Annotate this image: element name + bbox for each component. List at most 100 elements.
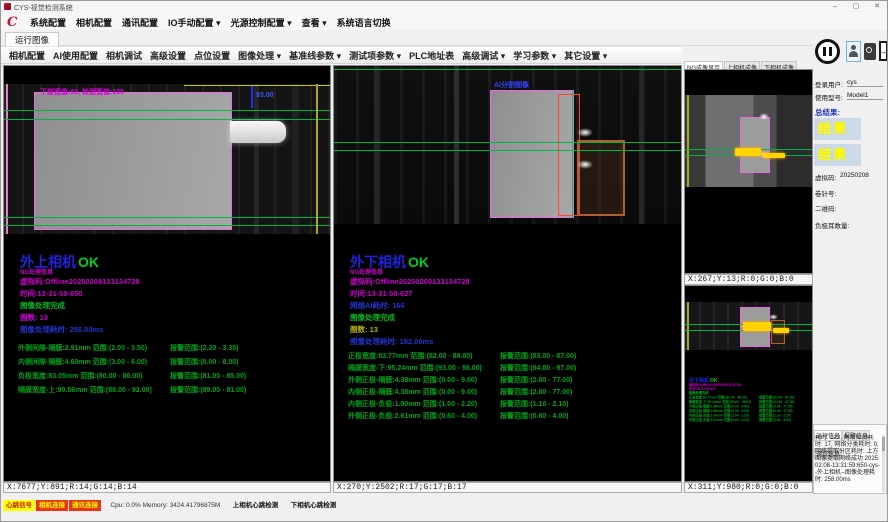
battery-tab-image <box>230 121 286 143</box>
toolbar-advanced-debug[interactable]: 高级调试 ▾ <box>462 48 505 64</box>
log-text: 耗时: 222, 网络检测耗时: 17, 网络分类耗时: 0, 网络提取分区耗时… <box>815 435 881 492</box>
toolbar-test-item-params[interactable]: 测试项参数 ▾ <box>349 48 401 64</box>
total-result-label: 总结果: <box>815 107 840 118</box>
toolbar-baseline-params[interactable]: 基准线参数 ▾ <box>289 48 341 64</box>
toolbar-learning-params[interactable]: 学习参数 ▾ <box>513 48 556 64</box>
tab-count-label: 负极耳数量: <box>815 220 849 230</box>
alarm-range: 报警范围:(2.00 - 77.00) <box>500 375 572 385</box>
tab-run-image[interactable]: 运行图像 <box>5 32 59 47</box>
needle-label: 卷针号: <box>815 188 836 198</box>
measure-text: 内侧正极-隔膜:4.38mm 范围:(0.00 - 9.00) <box>348 389 477 396</box>
measure-text: 外侧正极-负极:2.61mm 范围:(0.60 - 4.00) <box>348 413 477 420</box>
image-glint <box>769 314 778 320</box>
pause-button[interactable] <box>815 39 840 64</box>
overlay-baseline <box>334 142 681 143</box>
lower-camera-heartbeat: 下相机心跳检测 <box>291 499 337 512</box>
close-button[interactable]: ✕ <box>867 1 887 13</box>
upper-camera-coords: X:7677;Y:891;R:14;G:14;B:14 <box>3 482 331 493</box>
measure-row: 外侧正极-负极:2.61mm 范围:(0.60 - 4.00) 报警范围:(0.6… <box>689 418 813 423</box>
profile-button[interactable] <box>864 43 876 60</box>
alarm-range: 报警范围:(94.00 - 97.00) <box>500 363 576 373</box>
image-glint <box>577 128 593 137</box>
lower-camera-coords: X:270;Y:2502;R:17;G:17;B:17 <box>333 482 682 493</box>
overlay-baseline <box>4 110 330 111</box>
ng-info-line: NG处理信息 <box>20 267 53 276</box>
measure-row: 正极宽度:83.77mm 范围:(82.00 - 88.00)报警范围:(83.… <box>348 351 663 361</box>
comm-link-badge: 通讯连接 <box>69 500 101 511</box>
window-title: CYS-视觉检测系统 <box>14 3 73 13</box>
log-panel: 运行信息报警信息调试信息 耗时: 222, 网络检测耗时: 17, 网络分类耗时… <box>813 424 887 494</box>
maximize-button[interactable]: ▢ <box>846 1 866 13</box>
measure-text: 隔膜宽度-上:90.56mm 范围:(88.00 - 92.00) <box>18 387 152 394</box>
toolbar-plc-address-table[interactable]: PLC地址表 <box>409 48 454 64</box>
result-box-upper: 结果 <box>814 118 861 140</box>
measure-text: 外侧正极-负极:2.61mm 范围:(0.60 - 4.00) <box>689 419 749 423</box>
process-done-line: 图像处理完成 <box>350 312 395 323</box>
overlay-baseline <box>4 225 330 226</box>
toolbar-camera-debug[interactable]: 相机调试 <box>106 48 142 64</box>
measure-row: 隔膜宽度-上:90.56mm 范围:(88.00 - 92.00) 报警范围:(8… <box>18 385 331 395</box>
measure-text: 外侧正极-隔膜:4.38mm 范围:(0.00 - 9.00) <box>689 405 749 409</box>
doc-tabstrip: 运行图像 <box>1 30 813 46</box>
overlay-width-label: 下部宽值:93, 检测宽值:100 <box>40 87 124 97</box>
thumbnail-lower-coords: X:311;Y:980;R:0;G:0;B:0 <box>684 482 813 493</box>
thumbnail-upper-coords: X:267;Y:13;R:0;G:0;B:0 <box>684 274 813 285</box>
overlay-yellow-vline <box>687 95 689 187</box>
scrollbar-thumb[interactable] <box>882 437 885 451</box>
alarm-range: 报警范围:(0.60 - 4.00) <box>759 418 791 423</box>
toolbar-other-settings[interactable]: 其它设置 ▾ <box>564 48 607 64</box>
qrcode-label: 二维码: <box>815 203 836 213</box>
menu-bar: C 系统配置相机配置通讯配置IO手动配置 ▾光源控制配置 ▾查看 ▾系统语言切换 <box>1 13 887 30</box>
alarm-range: 报警范围:(89.00 - 91.00) <box>170 385 246 395</box>
barcode-label: 虚拟码: <box>815 172 836 182</box>
image-glint <box>577 160 593 169</box>
overlay-orange-region <box>577 140 625 216</box>
measure-text: 外侧正极-隔膜:4.38mm 范围:(0.00 - 9.00) <box>348 377 477 384</box>
upper-camera-image[interactable]: 93.00 下部宽值:93, 检测宽值:100 <box>4 84 330 234</box>
measure-row: 内侧正极-负极:1.90mm 范围:(1.00 - 2.20)报警范围:(1.1… <box>348 399 663 409</box>
toolbar-image-processing[interactable]: 图像处理 ▾ <box>238 48 281 64</box>
login-user-value[interactable]: cys <box>847 79 883 87</box>
camera-result-title: 外下相机OK <box>689 376 813 384</box>
overlay-measure-line <box>251 86 253 108</box>
image-glint <box>759 113 769 120</box>
app-icon <box>4 3 11 10</box>
alarm-range: 报警范围:(2.20 - 3.30) <box>170 343 238 353</box>
heartbeat-badge: 心跳信号 <box>3 500 35 511</box>
image-texture <box>374 66 379 224</box>
thumbnail-lower[interactable]: 外下相机OK 虚拟码:Offline20250208133134728 时间:1… <box>684 285 813 482</box>
image-texture <box>254 84 259 234</box>
barcode-value: 20250208 <box>840 172 869 179</box>
image-texture <box>639 66 644 224</box>
toolbar-point-settings[interactable]: 点位设置 <box>194 48 230 64</box>
lower-camera-image[interactable]: AI分割图像 <box>334 66 681 224</box>
model-value[interactable]: Model1 <box>847 92 883 100</box>
log-scrollbar[interactable] <box>882 435 885 492</box>
toolbar-advanced-settings[interactable]: 高级设置 <box>150 48 186 64</box>
toolbar-ai-use-config[interactable]: AI使用配置 <box>53 48 98 64</box>
app-window: CYS-视觉检测系统 – ▢ ✕ C 系统配置相机配置通讯配置IO手动配置 ▾光… <box>0 0 888 522</box>
process-done-line: 图像处理完成 <box>20 300 65 311</box>
pause-icon <box>823 47 826 56</box>
measure-row: 外侧间隙-隔膜:2.91mm 范围:(2.00 - 3.50) 报警范围:(2.2… <box>18 343 331 353</box>
measure-text: 正极宽度:83.77mm 范围:(82.00 - 88.00) <box>689 396 747 400</box>
pause-icon <box>829 47 832 56</box>
overlay-ng-marker <box>763 153 785 158</box>
overlay-baseline <box>334 69 681 70</box>
time-line: 时间:13-31-59-627 <box>350 288 413 299</box>
minimize-button[interactable]: – <box>825 1 845 13</box>
thumbnail-upper[interactable] <box>684 69 813 274</box>
measure-text: 隔膜宽度-下:95.24mm 范围:(93.00 - 98.00) <box>348 365 482 372</box>
turns-line: 圈数: 13 <box>20 312 48 323</box>
model-label: 使用型号: <box>815 92 843 102</box>
user-button[interactable] <box>846 41 861 62</box>
thumbnail-tabstrip: NG成像显示上相机成像下相机成像 <box>684 57 813 69</box>
overlay-ng-marker <box>773 328 789 333</box>
toolbar-camera-config[interactable]: 相机配置 <box>9 48 45 64</box>
logout-button[interactable]: → <box>879 41 888 61</box>
measure-row: 负极宽度:83.05mm 范围:(80.00 - 86.00)报警范围:(81.… <box>18 371 331 381</box>
measure-text: 正极宽度:83.77mm 范围:(82.00 - 88.00) <box>348 353 473 360</box>
measure-row: 内侧正极-隔膜:4.38mm 范围:(0.00 - 9.00)报警范围:(2.0… <box>348 387 663 397</box>
logout-icon: → <box>878 47 887 56</box>
measure-text: 外侧间隙-隔膜:2.91mm 范围:(2.00 - 3.50) <box>18 345 147 352</box>
